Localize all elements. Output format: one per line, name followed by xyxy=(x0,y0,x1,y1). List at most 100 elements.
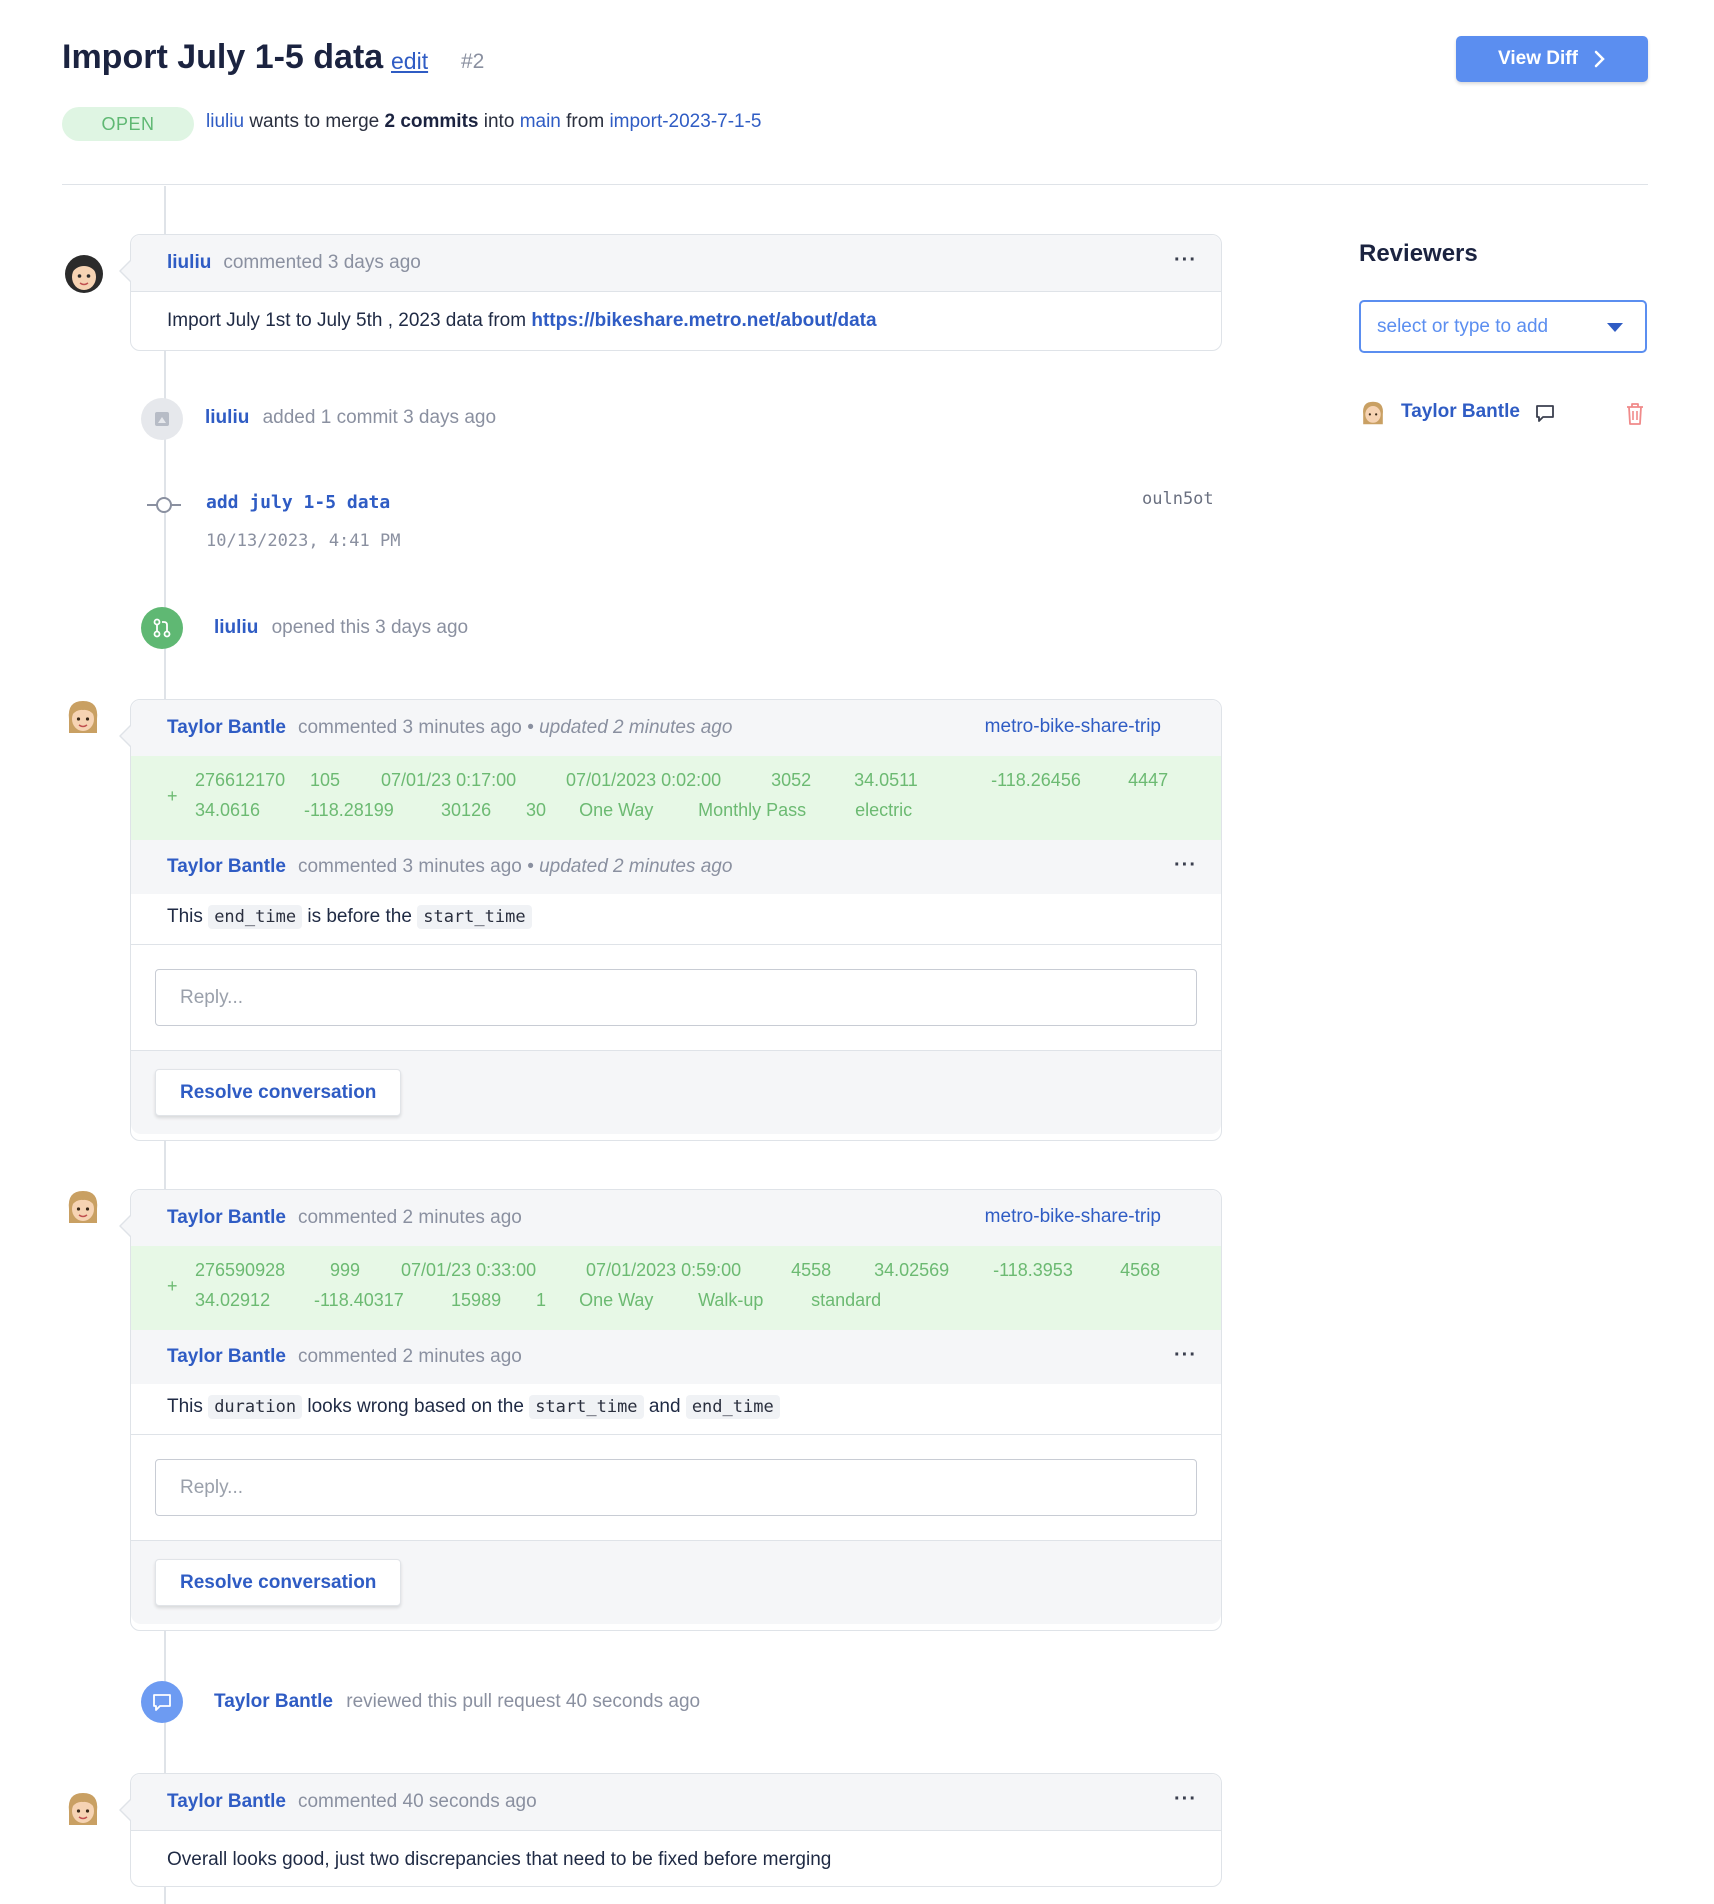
reply-header: Taylor Bantle commented 2 minutes ago ··… xyxy=(131,1330,1221,1384)
diff-cell: 07/01/2023 0:02:00 xyxy=(566,770,722,790)
commit-event: liuliu added 1 commit 3 days ago xyxy=(205,407,496,429)
diff-cell: standard xyxy=(811,1290,882,1310)
commit-date: 10/13/2023, 4:41 PM xyxy=(206,531,401,551)
merge-text: from xyxy=(566,111,605,132)
trash-icon[interactable] xyxy=(1624,401,1646,427)
commit-message-link[interactable]: add july 1-5 data xyxy=(206,492,390,513)
reply-text: is before the xyxy=(307,906,412,927)
resolve-area: Resolve conversation xyxy=(131,1540,1221,1624)
reply-updated: • updated 2 minutes ago xyxy=(527,856,733,877)
diff-line: 34.02912 -118.40317 15989 1 One Way Walk… xyxy=(195,1290,881,1311)
avatar-taylor-bantle[interactable] xyxy=(63,1187,103,1227)
diff-cell: 276590928 xyxy=(195,1260,286,1280)
diff-cell: 34.0511 xyxy=(854,770,918,790)
merge-summary: liuliu wants to merge 2 commits into mai… xyxy=(206,111,762,133)
more-options-button[interactable]: ··· xyxy=(1174,249,1197,272)
data-source-link[interactable]: https://bikeshare.metro.net/about/data xyxy=(531,310,876,331)
pr-number: #2 xyxy=(461,50,485,73)
diff-cell: 999 xyxy=(330,1260,361,1280)
diff-cell: Monthly Pass xyxy=(698,800,807,820)
reply-text: looks wrong based on the xyxy=(307,1396,524,1417)
resolve-conversation-button[interactable]: Resolve conversation xyxy=(155,1069,402,1116)
reply-area xyxy=(131,944,1221,1050)
chat-bubble-icon xyxy=(141,1681,183,1723)
diff-line: 276612170 105 07/01/23 0:17:00 07/01/202… xyxy=(195,770,1168,791)
comment-header: Taylor Bantle commented 40 seconds ago ·… xyxy=(131,1774,1221,1831)
comment-text: Import July 1st to July 5th , 2023 data … xyxy=(167,310,527,331)
diff-cell: -118.40317 xyxy=(314,1290,404,1310)
diff-cell: 07/01/23 0:33:00 xyxy=(401,1260,537,1280)
commit-avatar-icon xyxy=(141,398,183,440)
event-meta: opened this 3 days ago xyxy=(271,617,469,638)
reply-author-link[interactable]: Taylor Bantle xyxy=(167,856,286,878)
code-snippet: start_time xyxy=(529,1395,644,1419)
commit-node-icon xyxy=(147,497,181,513)
reply-meta: commented 2 minutes ago xyxy=(297,1346,522,1367)
review-thread-card: Taylor Bantle commented 3 minutes ago • … xyxy=(119,699,1222,1141)
code-snippet: duration xyxy=(208,1395,303,1419)
diff-cell: 07/01/23 0:17:00 xyxy=(381,770,517,790)
avatar-taylor-bantle[interactable] xyxy=(63,1789,103,1829)
base-branch-link[interactable]: main xyxy=(520,111,561,132)
comment-meta: commented 40 seconds ago xyxy=(297,1791,537,1812)
avatar-liuliu[interactable] xyxy=(64,254,104,294)
thread-updated: • updated 2 minutes ago xyxy=(527,717,733,738)
reply-text: This xyxy=(167,1396,203,1417)
comment-header: liuliu commented 3 days ago ··· xyxy=(131,235,1221,292)
comment-meta: commented 3 days ago xyxy=(223,252,421,273)
reviewer-name-link[interactable]: Taylor Bantle xyxy=(1401,401,1520,423)
thread-author-link[interactable]: Taylor Bantle xyxy=(167,717,286,739)
diff-cell: 4568 xyxy=(1120,1260,1161,1280)
more-options-button[interactable]: ··· xyxy=(1174,854,1197,877)
diff-row: + 276590928 999 07/01/23 0:33:00 07/01/2… xyxy=(131,1246,1221,1330)
chevron-right-icon xyxy=(1594,50,1605,68)
table-link[interactable]: metro-bike-share-trip xyxy=(985,716,1161,738)
comment-icon[interactable] xyxy=(1534,403,1556,425)
diff-cell: 34.02569 xyxy=(874,1260,950,1280)
diff-cell: 105 xyxy=(310,770,341,790)
diff-cell: -118.3953 xyxy=(993,1260,1073,1280)
reviewer-avatar xyxy=(1363,401,1383,425)
comment-body: Overall looks good, just two discrepanci… xyxy=(167,1849,832,1870)
merge-text: wants to merge xyxy=(249,111,380,132)
pull-request-icon xyxy=(141,607,183,649)
commit-hash-link[interactable]: ouln5ot xyxy=(1142,489,1214,509)
commit-count: 2 commits xyxy=(384,111,479,132)
event-meta: reviewed this pull request 40 seconds ag… xyxy=(346,1691,701,1712)
comment-author-link[interactable]: liuliu xyxy=(167,252,211,274)
event-author-link[interactable]: liuliu xyxy=(214,617,258,638)
diff-row: + 276612170 105 07/01/23 0:17:00 07/01/2… xyxy=(131,756,1221,840)
diff-line: 276590928 999 07/01/23 0:33:00 07/01/202… xyxy=(195,1260,1160,1281)
event-author-link[interactable]: liuliu xyxy=(205,407,249,428)
thread-meta: commented 2 minutes ago xyxy=(297,1207,522,1228)
merge-text: into xyxy=(483,111,515,132)
more-options-button[interactable]: ··· xyxy=(1174,1344,1197,1367)
event-author-link[interactable]: Taylor Bantle xyxy=(214,1691,333,1712)
thread-meta: commented 3 minutes ago xyxy=(297,717,522,738)
diff-cell: 276612170 xyxy=(195,770,286,790)
resolve-conversation-button[interactable]: Resolve conversation xyxy=(155,1559,402,1606)
resolve-area: Resolve conversation xyxy=(131,1050,1221,1134)
diff-cell: 3052 xyxy=(771,770,812,790)
reviewer-item: Taylor Bantle xyxy=(1359,398,1649,430)
header-divider xyxy=(62,184,1648,185)
review-thread-card: Taylor Bantle commented 2 minutes ago me… xyxy=(119,1189,1222,1631)
more-options-button[interactable]: ··· xyxy=(1174,1788,1197,1811)
head-branch-link[interactable]: import-2023-7-1-5 xyxy=(609,111,761,132)
view-diff-button[interactable]: View Diff xyxy=(1456,36,1648,82)
reviewer-select[interactable]: select or type to add xyxy=(1359,300,1647,353)
diff-cell: 34.0616 xyxy=(195,800,261,820)
diff-cell: 30126 xyxy=(441,800,492,820)
diff-cell: -118.26456 xyxy=(991,770,1081,790)
merge-author-link[interactable]: liuliu xyxy=(206,111,244,132)
reply-author-link[interactable]: Taylor Bantle xyxy=(167,1346,286,1368)
avatar-taylor-bantle[interactable] xyxy=(63,697,103,737)
status-badge: OPEN xyxy=(62,107,194,141)
reply-input[interactable] xyxy=(155,969,1197,1026)
edit-title-link[interactable]: edit xyxy=(391,48,428,75)
reply-input[interactable] xyxy=(155,1459,1197,1516)
comment-author-link[interactable]: Taylor Bantle xyxy=(167,1791,286,1813)
thread-author-link[interactable]: Taylor Bantle xyxy=(167,1207,286,1229)
table-link[interactable]: metro-bike-share-trip xyxy=(985,1206,1161,1228)
diff-cell: 4447 xyxy=(1128,770,1169,790)
